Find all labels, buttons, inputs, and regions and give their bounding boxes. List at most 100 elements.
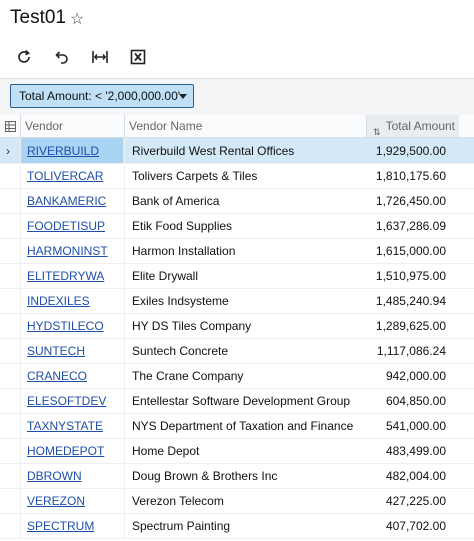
filter-chip-label: Total Amount: < '2,000,000.00' <box>19 89 181 103</box>
cell-vendor-name: Suntech Concrete <box>124 338 369 363</box>
total-amount-text: 1,726,450.00 <box>375 194 446 208</box>
cell-total-amount: 942,000.00 <box>366 363 454 388</box>
vendor-grid: Vendor Vendor Name ⇅ Total Amount › RIVER… <box>0 115 474 541</box>
row-selector[interactable] <box>0 188 20 213</box>
cell-total-amount: 1,929,500.00 <box>366 138 454 163</box>
vendor-name-text: NYS Department of Taxation and Finance <box>132 419 354 433</box>
row-selector[interactable] <box>0 413 20 438</box>
table-row[interactable]: ELESOFTDEV Entellestar Software Developme… <box>0 388 474 414</box>
table-row[interactable]: CRANECO The Crane Company 942,000.00 <box>0 363 474 389</box>
row-selector[interactable] <box>0 438 20 463</box>
row-selector[interactable] <box>0 513 20 538</box>
cell-vendor-name: Elite Drywall <box>124 263 369 288</box>
vendor-link[interactable]: CRANECO <box>27 369 87 383</box>
vendor-link[interactable]: ELESOFTDEV <box>27 394 106 408</box>
fit-columns-button[interactable] <box>89 47 111 67</box>
cell-vendor-name: The Crane Company <box>124 363 369 388</box>
vendor-link[interactable]: HOMEDEPOT <box>27 444 104 458</box>
table-row[interactable]: VEREZON Verezon Telecom 427,225.00 <box>0 488 474 514</box>
refresh-icon <box>18 50 31 63</box>
table-row[interactable]: INDEXILES Exiles Indsysteme 1,485,240.94 <box>0 288 474 314</box>
filter-chip-total-amount[interactable]: Total Amount: < '2,000,000.00' <box>10 84 194 108</box>
vendor-link[interactable]: TAXNYSTATE <box>27 419 103 433</box>
excel-icon <box>130 49 146 65</box>
vendor-name-text: Exiles Indsysteme <box>132 294 229 308</box>
row-selector[interactable] <box>0 463 20 488</box>
row-selector[interactable] <box>0 288 20 313</box>
table-row[interactable]: ELITEDRYWA Elite Drywall 1,510,975.00 <box>0 263 474 289</box>
vendor-link[interactable]: TOLIVERCAR <box>27 169 103 183</box>
vendor-name-text: Entellestar Software Development Group <box>132 394 351 408</box>
table-row[interactable]: › RIVERBUILD Riverbuild West Rental Office… <box>0 138 474 164</box>
vendor-name-text: Riverbuild West Rental Offices <box>132 144 295 158</box>
vendor-link[interactable]: HYDSTILECO <box>27 319 104 333</box>
vendor-link[interactable]: FOODETISUP <box>27 219 105 233</box>
vendor-link[interactable]: SPECTRUM <box>27 519 94 533</box>
vendor-link[interactable]: INDEXILES <box>27 294 90 308</box>
export-excel-button[interactable] <box>127 47 149 67</box>
row-selector[interactable] <box>0 313 20 338</box>
table-row[interactable]: SPECTRUM Spectrum Painting 407,702.00 <box>0 513 474 539</box>
table-row[interactable]: TOLIVERCAR Tolivers Carpets & Tiles 1,810,… <box>0 163 474 189</box>
vendor-link[interactable]: SUNTECH <box>27 344 85 358</box>
table-row[interactable]: HARMONINST Harmon Installation 1,615,000.0… <box>0 238 474 264</box>
column-header-vendor[interactable]: Vendor <box>20 115 127 137</box>
refresh-button[interactable] <box>13 47 35 67</box>
fit-columns-icon <box>92 51 108 63</box>
row-selector[interactable] <box>0 163 20 188</box>
row-selector[interactable] <box>0 238 20 263</box>
cell-vendor: HARMONINST <box>20 238 123 263</box>
column-header-total-amount[interactable]: ⇅ Total Amount <box>366 115 459 137</box>
chevron-down-icon[interactable] <box>179 94 187 99</box>
vendor-link[interactable]: BANKAMERIC <box>27 194 106 208</box>
vendor-link[interactable]: RIVERBUILD <box>27 144 99 158</box>
table-row[interactable]: TAXNYSTATE NYS Department of Taxation and… <box>0 413 474 439</box>
table-row[interactable]: HOMEDEPOT Home Depot 483,499.00 <box>0 438 474 464</box>
cell-vendor: TOLIVERCAR <box>20 163 123 188</box>
cell-total-amount: 427,225.00 <box>366 488 454 513</box>
table-row[interactable]: HYDSTILECO HY DS Tiles Company 1,289,625.0… <box>0 313 474 339</box>
row-selector[interactable] <box>0 488 20 513</box>
total-amount-text: 1,485,240.94 <box>375 294 446 308</box>
row-selector[interactable] <box>0 338 20 363</box>
vendor-link[interactable]: HARMONINST <box>27 244 108 258</box>
cell-vendor-name: Entellestar Software Development Group <box>124 388 369 413</box>
cell-total-amount: 1,289,625.00 <box>366 313 454 338</box>
cell-vendor-name: Spectrum Painting <box>124 513 369 538</box>
table-row[interactable]: FOODETISUP Etik Food Supplies 1,637,286.09 <box>0 213 474 239</box>
table-row[interactable]: SUNTECH Suntech Concrete 1,117,086.24 <box>0 338 474 364</box>
row-selector[interactable] <box>0 263 20 288</box>
cell-vendor-name: Home Depot <box>124 438 369 463</box>
vendor-link[interactable]: VEREZON <box>27 494 85 508</box>
row-selector[interactable] <box>0 363 20 388</box>
row-selector[interactable] <box>0 388 20 413</box>
filter-bar: Total Amount: < '2,000,000.00' <box>0 78 474 116</box>
cell-total-amount: 1,510,975.00 <box>366 263 454 288</box>
cell-total-amount: 1,726,450.00 <box>366 188 454 213</box>
vendor-name-text: The Crane Company <box>132 369 244 383</box>
column-settings-icon[interactable] <box>0 115 20 137</box>
cell-vendor-name: Verezon Telecom <box>124 488 369 513</box>
total-amount-text: 407,702.00 <box>385 519 446 533</box>
cell-vendor: RIVERBUILD <box>20 138 123 163</box>
undo-button[interactable] <box>50 47 72 67</box>
vendor-link[interactable]: DBROWN <box>27 469 82 483</box>
vendor-name-text: Etik Food Supplies <box>132 219 233 233</box>
cell-total-amount: 482,004.00 <box>366 463 454 488</box>
table-row[interactable]: DBROWN Doug Brown & Brothers Inc 482,004.0… <box>0 463 474 489</box>
cell-vendor: CRANECO <box>20 363 123 388</box>
vendor-link[interactable]: ELITEDRYWA <box>27 269 104 283</box>
cell-total-amount: 1,637,286.09 <box>366 213 454 238</box>
table-row[interactable]: BANKAMERIC Bank of America 1,726,450.00 <box>0 188 474 214</box>
favorite-star-icon[interactable]: ☆ <box>70 9 84 29</box>
cell-vendor: VEREZON <box>20 488 123 513</box>
current-row-arrow-icon: › <box>6 144 10 158</box>
total-amount-text: 1,637,286.09 <box>375 219 446 233</box>
vendor-name-text: Spectrum Painting <box>132 519 231 533</box>
row-selector[interactable] <box>0 213 20 238</box>
total-amount-text: 1,289,625.00 <box>375 319 446 333</box>
cell-total-amount: 407,702.00 <box>366 513 454 538</box>
row-selector[interactable]: › <box>0 138 20 163</box>
vendor-name-text: Harmon Installation <box>132 244 236 258</box>
column-header-vendor-name[interactable]: Vendor Name <box>124 115 369 137</box>
